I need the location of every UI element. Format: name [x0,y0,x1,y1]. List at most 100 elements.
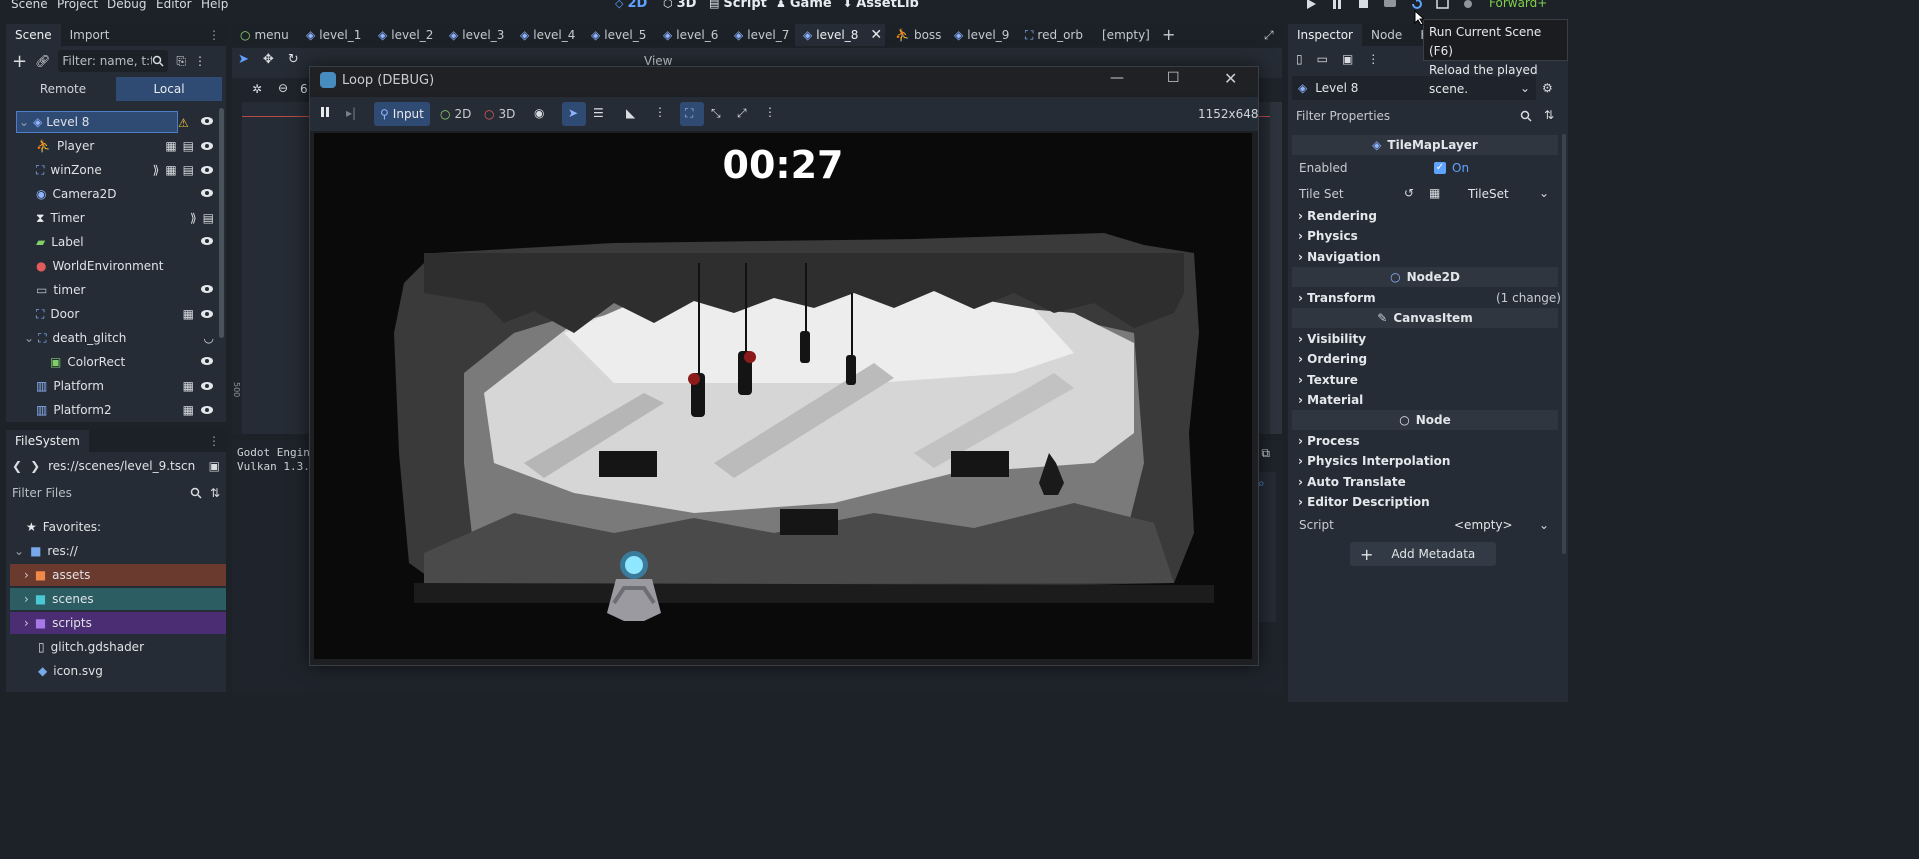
film-icon[interactable]: ▦ [183,403,194,417]
tab-level-8[interactable]: ◈ level_8 ✕ [795,24,885,46]
window-title-bar[interactable]: Loop (DEBUG) — ☐ ✕ [310,67,1258,95]
forward-icon[interactable]: ❯ [30,459,40,473]
tree-item-winzone[interactable]: ⛶ winZone ⟫ ▦ ▤ [10,159,222,181]
scene-tree-scrollbar[interactable] [219,108,224,338]
input-mode-button[interactable]: ⚲ Input [374,102,430,126]
expand-arrow-icon[interactable]: › [24,592,29,606]
menu-help[interactable]: Help [201,0,228,11]
close-tab-icon[interactable]: ✕ [870,24,882,46]
tab-scene[interactable]: Scene [6,24,61,46]
group-auto-translate[interactable]: › Auto Translate [1298,475,1406,489]
tab-level-6[interactable]: ◈ level_6 [663,24,718,46]
group-editor-description[interactable]: › Editor Description [1298,495,1430,509]
list-select-icon[interactable]: ☰ [593,106,604,120]
menu-debug[interactable]: Debug [107,0,146,11]
chevron-down-icon[interactable]: ⌄ [1539,518,1549,532]
hidden-icon[interactable]: ◡ [204,331,214,345]
group-navigation[interactable]: › Navigation [1298,250,1381,264]
rotate-tool-icon[interactable]: ↻ [288,52,299,67]
menu-project[interactable]: Project [57,0,98,11]
tree-item-player[interactable]: ⛹ Player ▦ ▤ [10,135,222,157]
fs-path-field[interactable]: res://scenes/level_9.tscn [48,459,201,473]
inspector-scrollbar[interactable] [1562,134,1566,554]
split-view-icon[interactable]: ▣ [209,459,220,473]
visibility-icon[interactable] [200,115,214,127]
film-icon[interactable]: ▦ [183,307,194,321]
warning-icon[interactable]: ⚠ [178,116,189,130]
dock-menu-icon[interactable]: ⋮ [208,434,220,448]
remote-debug-icon[interactable] [1383,0,1397,10]
script-icon[interactable]: ▤ [183,139,194,153]
group-material[interactable]: › Material [1298,393,1363,407]
scene-menu-icon[interactable]: ⋮ [194,54,206,68]
tab-level-2[interactable]: ◈ level_2 [378,24,433,46]
tree-item-level-8[interactable]: ⌄ ◈ Level 8 [16,111,178,133]
link-icon[interactable]: 🔗︎ [35,54,50,68]
chevron-down-icon[interactable]: ⌄ [1539,186,1549,200]
new-resource-icon[interactable]: ▯ [1296,52,1303,66]
remote-tab[interactable]: Remote [10,82,116,96]
tree-item-colorrect[interactable]: ▣ ColorRect [10,351,222,373]
mode-assetlib-button[interactable]: ⬇ AssetLib [843,0,919,11]
tree-item-door[interactable]: ⛶ Door ▦ [10,303,222,325]
distraction-free-icon[interactable]: ⤢ [1264,24,1274,46]
tree-item-platform2[interactable]: ▥ Platform2 ▦ [10,399,222,421]
menu-editor[interactable]: Editor [156,0,192,11]
visibility-icon[interactable]: ◉ [534,106,544,120]
tab-empty[interactable]: [empty] [1102,24,1150,46]
section-canvasitem[interactable]: ✎ CanvasItem [1292,308,1558,328]
film-icon[interactable]: ▦ [165,163,176,177]
group-texture[interactable]: › Texture [1298,373,1358,387]
expand-arrow-icon[interactable]: › [24,616,29,630]
menu-dots-icon[interactable]: ⋮ [654,105,666,119]
back-icon[interactable]: ❮ [12,459,22,473]
dock-menu-icon[interactable]: ⋮ [208,28,220,42]
script-value[interactable]: <empty> [1454,518,1513,532]
collapse-arrow-icon[interactable]: ⌄ [14,544,24,558]
select-tool-icon[interactable]: ➤ [238,52,249,67]
group-rendering[interactable]: › Rendering [1298,209,1377,223]
signal-icon[interactable]: ⟫ [153,163,160,177]
add-tab-icon[interactable]: + [1162,24,1175,46]
viewport-scrollbar[interactable] [1270,102,1282,434]
tree-item-camera2d[interactable]: ◉ Camera2D [10,183,222,205]
stretch-icon[interactable]: ⤢ [737,106,747,121]
tree-item-platform[interactable]: ▥ Platform ▦ [10,375,222,397]
snap-icon[interactable]: ✲ [252,82,262,96]
tab-level-5[interactable]: ◈ level_5 [591,24,646,46]
group-physics[interactable]: › Physics [1298,229,1358,243]
group-physics-interpolation[interactable]: › Physics Interpolation [1298,454,1450,468]
scene-filter-input[interactable]: Filter: name, t:t [58,50,169,72]
tree-item-timer-layer[interactable]: ▭ timer [10,279,222,301]
search-icon[interactable]: ⌕ [1258,476,1265,491]
movie-maker-icon[interactable] [1462,0,1476,10]
group-transform[interactable]: › Transform [1298,291,1376,305]
mode-3d-button[interactable]: ⬡ 3D [663,0,696,11]
fs-item-glitch-shader[interactable]: ▯ glitch.gdshader [10,636,226,658]
fs-item-icon-svg[interactable]: ◆ icon.svg [10,660,226,682]
pause-icon[interactable] [320,107,330,117]
keep-aspect-icon[interactable]: ⤡ [711,106,721,121]
local-tab[interactable]: Local [116,77,222,101]
signal-icon[interactable]: ⟫ [190,211,197,225]
tab-level-9[interactable]: ◈ level_9 [954,24,1009,46]
sort-icon[interactable]: ⇅ [210,486,220,500]
collapse-arrow-icon[interactable]: ⌄ [19,115,29,129]
tree-item-death-glitch[interactable]: ⌄ ⛶ death_glitch ◡ [10,327,222,349]
fs-item-res[interactable]: ⌄ ■ res:// [10,540,226,562]
section-tilemaplayer[interactable]: ◈ TileMapLayer [1292,135,1558,155]
zoom-out-icon[interactable]: ⊖ [278,81,288,95]
camera-override-icon[interactable]: ◣ [626,106,635,120]
expand-arrow-icon[interactable]: › [24,568,29,582]
run-custom-scene-icon[interactable] [1436,0,1450,10]
attach-script-icon[interactable]: ⎘ [176,54,186,69]
mode-game-button[interactable]: ♟ Game [776,0,832,11]
zoom-level[interactable]: 6 [300,82,308,96]
script-icon[interactable]: ▤ [203,211,214,225]
reload-scene-icon[interactable] [1410,0,1424,10]
group-ordering[interactable]: › Ordering [1298,352,1367,366]
play-icon[interactable] [1305,0,1317,10]
add-node-icon[interactable]: + [12,51,27,72]
section-node2d[interactable]: ○ Node2D [1292,267,1558,287]
2d-mode-button[interactable]: ○ 2D [440,107,471,121]
